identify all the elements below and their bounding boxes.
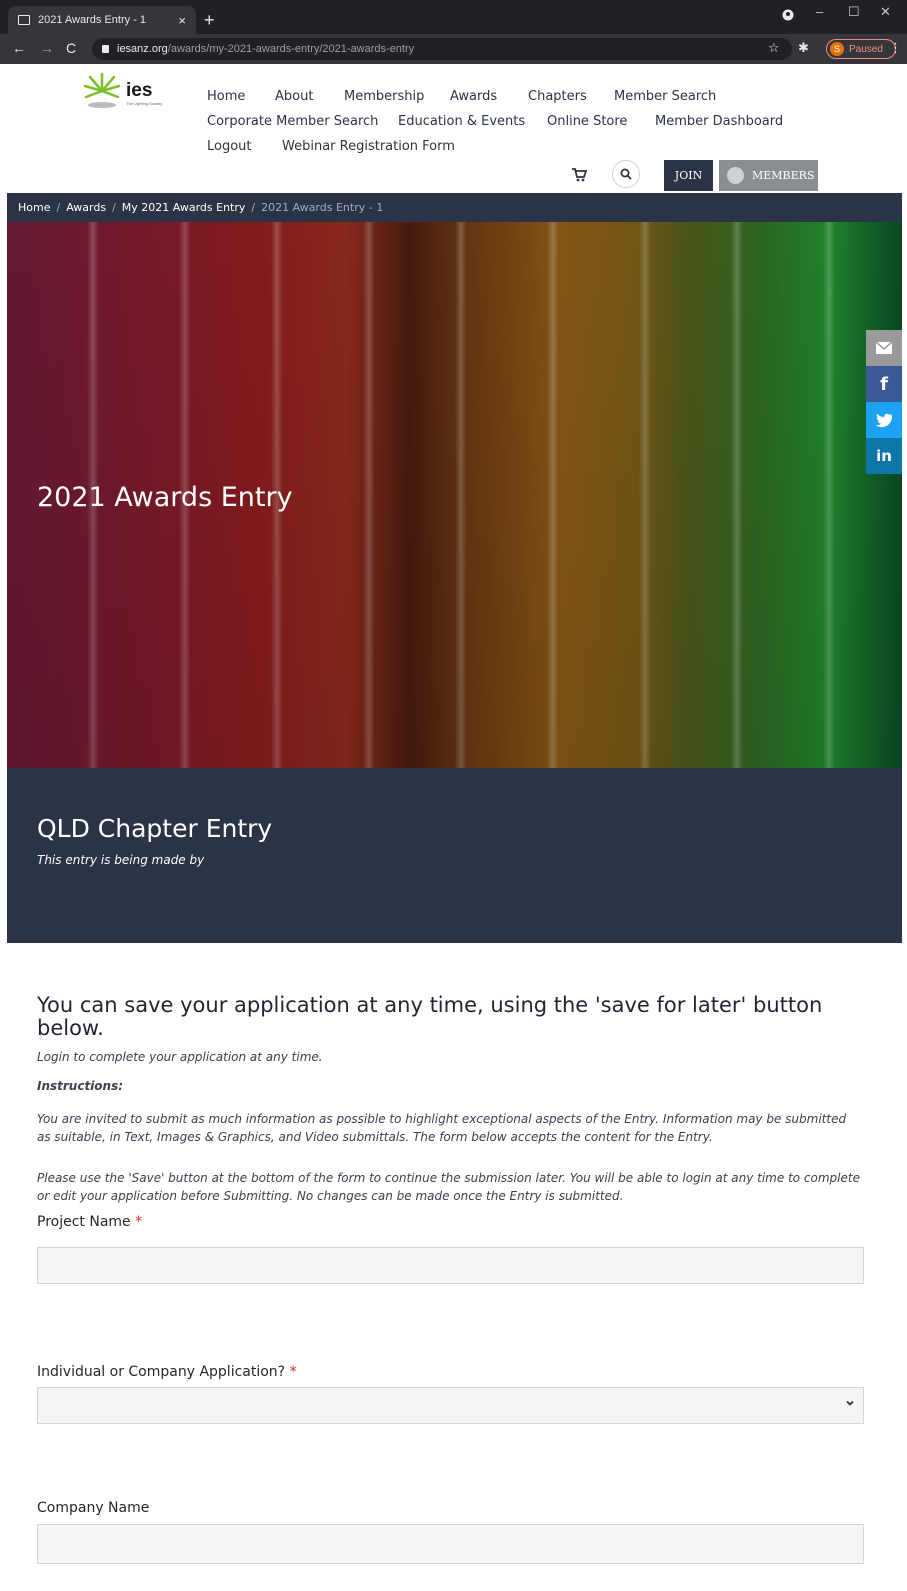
address-bar[interactable]: iesanz.org /awards/my-2021-awards-entry/… — [92, 38, 792, 60]
cart-icon[interactable] — [571, 167, 587, 183]
minimize-icon[interactable]: – — [816, 4, 823, 19]
browser-tab[interactable]: 2021 Awards Entry - 1 × — [8, 6, 196, 34]
required-asterisk: * — [135, 1214, 143, 1230]
breadcrumb-current: 2021 Awards Entry - 1 — [261, 201, 384, 214]
chrome-account-icon[interactable] — [782, 9, 794, 24]
url-path: /awards/my-2021-awards-entry/2021-awards… — [167, 43, 415, 55]
breadcrumb-separator: / — [251, 201, 256, 214]
hero-banner: 2021 Awards Entry — [7, 222, 902, 768]
share-email-button[interactable] — [866, 330, 902, 366]
nav-education-events[interactable]: Education & Events — [398, 114, 525, 129]
chapter-subtitle: This entry is being made by — [37, 853, 205, 867]
nav-member-dashboard[interactable]: Member Dashboard — [655, 114, 783, 129]
nav-awards[interactable]: Awards — [450, 89, 497, 104]
logo-burst-icon — [83, 72, 121, 108]
profile-avatar: S — [830, 42, 844, 56]
share-facebook-button[interactable]: f — [866, 366, 902, 402]
project-name-label-text: Project Name — [37, 1214, 131, 1230]
application-type-select[interactable] — [37, 1387, 864, 1424]
profile-status: Paused — [849, 43, 883, 55]
form-heading: You can save your application at any tim… — [37, 993, 823, 1040]
extensions-icon[interactable]: ✱ — [798, 41, 809, 56]
company-name-label: Company Name — [37, 1500, 150, 1516]
nav-membership[interactable]: Membership — [344, 89, 424, 104]
project-name-label: Project Name * — [37, 1214, 142, 1230]
browser-menu-icon[interactable]: ⋮ — [889, 41, 902, 56]
breadcrumb-separator: / — [56, 201, 61, 214]
share-linkedin-button[interactable]: in — [866, 438, 902, 474]
application-type-label-text: Individual or Company Application? — [37, 1364, 286, 1380]
hero-title: 2021 Awards Entry — [37, 482, 293, 513]
tab-title: 2021 Awards Entry - 1 — [38, 14, 147, 26]
login-note: Login to complete your application at an… — [37, 1050, 323, 1064]
nav-chapters[interactable]: Chapters — [528, 89, 587, 104]
nav-webinar-registration[interactable]: Webinar Registration Form — [282, 139, 455, 154]
new-tab-icon[interactable]: + — [204, 10, 215, 31]
application-type-label: Individual or Company Application? * — [37, 1364, 297, 1380]
webpage: ies The Lighting Society Home About Memb… — [7, 64, 902, 1591]
profile-button[interactable]: S Paused — [826, 39, 896, 59]
breadcrumb-my-entry[interactable]: My 2021 Awards Entry — [122, 201, 246, 214]
share-twitter-button[interactable] — [866, 402, 902, 438]
url-domain: iesanz.org — [117, 43, 168, 55]
twitter-bird-icon — [875, 413, 893, 427]
breadcrumb-awards[interactable]: Awards — [66, 201, 106, 214]
search-icon — [620, 168, 632, 180]
breadcrumb: Home / Awards / My 2021 Awards Entry / 2… — [7, 193, 902, 222]
search-button[interactable] — [612, 160, 640, 188]
logo-subtitle: The Lighting Society — [126, 101, 163, 106]
logo-text: ies — [126, 80, 153, 101]
bookmark-star-icon[interactable]: ☆ — [768, 41, 780, 56]
forward-icon[interactable]: → — [40, 40, 54, 56]
chapter-banner: QLD Chapter Entry This entry is being ma… — [7, 768, 902, 943]
browser-toolbar: ← → C iesanz.org /awards/my-2021-awards-… — [0, 34, 907, 64]
join-button[interactable]: JOIN — [664, 160, 713, 191]
tab-close-icon[interactable]: × — [178, 13, 186, 28]
instructions-title: Instructions: — [37, 1079, 124, 1093]
lock-icon — [102, 45, 109, 53]
nav-member-search[interactable]: Member Search — [614, 89, 716, 104]
back-icon[interactable]: ← — [12, 40, 26, 56]
breadcrumb-separator: / — [112, 201, 116, 214]
nav-about[interactable]: About — [275, 89, 313, 104]
required-asterisk: * — [289, 1364, 297, 1380]
user-avatar-icon — [727, 167, 744, 184]
site-logo[interactable]: ies The Lighting Society — [82, 68, 177, 118]
company-name-input[interactable] — [37, 1524, 864, 1564]
maximize-icon[interactable]: ☐ — [848, 4, 860, 20]
project-name-input[interactable] — [37, 1247, 864, 1284]
chapter-title: QLD Chapter Entry — [37, 814, 273, 843]
instructions-paragraph-1: You are invited to submit as much inform… — [37, 1112, 847, 1144]
chevron-down-icon — [846, 1400, 854, 1406]
instructions-paragraph-2: Please use the 'Save' button at the bott… — [37, 1171, 860, 1203]
browser-tab-strip: 2021 Awards Entry - 1 × + – ☐ ✕ — [0, 0, 907, 34]
reload-icon[interactable]: C — [66, 40, 76, 56]
nav-online-store[interactable]: Online Store — [547, 114, 627, 129]
envelope-icon — [876, 342, 892, 354]
members-button[interactable]: MEMBERS — [719, 160, 818, 191]
nav-corporate-member-search[interactable]: Corporate Member Search — [207, 114, 378, 129]
close-window-icon[interactable]: ✕ — [880, 4, 891, 20]
members-label: MEMBERS — [752, 169, 815, 182]
breadcrumb-home[interactable]: Home — [18, 201, 50, 214]
nav-logout[interactable]: Logout — [207, 139, 252, 154]
tab-favicon-icon — [18, 15, 30, 25]
nav-home[interactable]: Home — [207, 89, 245, 104]
